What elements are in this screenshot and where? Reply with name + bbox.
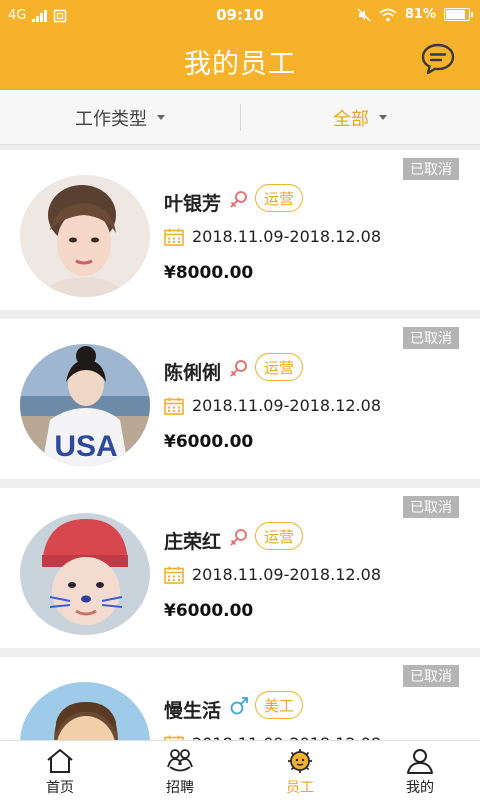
employee-card[interactable]: 已取消 庄荣红 运营 2018.11.09-2018.12.08 ¥6000.0… xyxy=(0,488,480,648)
app-screen: 4G 09:10 81% 我的员工 工作类型 全部 已取消 叶银芳 运营 201… xyxy=(0,0,480,800)
female-icon xyxy=(230,191,247,208)
tab-recruit[interactable]: 招聘 xyxy=(120,741,240,800)
page-title: 我的员工 xyxy=(184,49,296,80)
date-range: 2018.11.09-2018.12.08 xyxy=(192,565,381,584)
employee-card[interactable]: 已取消 USA 陈俐俐 运营 2018.11.09-2018.12.08 ¥60… xyxy=(0,319,480,479)
date-range: 2018.11.09-2018.12.08 xyxy=(192,396,381,415)
salary: ¥6000.00 xyxy=(164,601,254,621)
employee-name: 叶银芳 xyxy=(164,193,222,215)
status-bar: 4G 09:10 81% xyxy=(0,0,480,32)
calendar-icon xyxy=(164,228,184,246)
status-tag: 已取消 xyxy=(403,496,459,518)
employee-name: 庄荣红 xyxy=(164,531,222,553)
female-icon xyxy=(230,529,247,546)
profile-icon xyxy=(407,749,433,774)
tab-label: 首页 xyxy=(46,780,74,796)
tab-home[interactable]: 首页 xyxy=(0,741,120,800)
status-tag: 已取消 xyxy=(403,665,459,687)
role-badge: 运营 xyxy=(255,184,304,212)
role-badge: 运营 xyxy=(255,353,304,381)
battery-icon xyxy=(444,8,473,21)
calendar-icon xyxy=(164,397,184,415)
tab-label: 我的 xyxy=(406,780,434,796)
employee-name: 慢生活 xyxy=(164,700,222,722)
work-type-filter[interactable]: 工作类型 xyxy=(0,90,240,145)
status-tag: 已取消 xyxy=(403,158,459,180)
status-tag: 已取消 xyxy=(403,327,459,349)
tab-label: 员工 xyxy=(286,780,314,796)
role-badge: 美工 xyxy=(255,691,304,719)
employee-icon xyxy=(288,749,312,773)
recruit-icon xyxy=(167,749,193,772)
role-badge: 运营 xyxy=(255,522,304,550)
filter-bar: 工作类型 全部 xyxy=(0,90,480,145)
top-bar: 4G 09:10 81% 我的员工 xyxy=(0,0,480,90)
salary: ¥8000.00 xyxy=(164,263,254,283)
tab-label: 招聘 xyxy=(166,780,194,796)
wifi-icon xyxy=(379,8,397,21)
tab-profile[interactable]: 我的 xyxy=(360,741,480,800)
salary: ¥6000.00 xyxy=(164,432,254,452)
chat-bubble-icon[interactable] xyxy=(420,42,456,76)
svg-text:USA: USA xyxy=(54,430,117,463)
bottom-tab-bar: 首页 招聘 员工 我的 xyxy=(0,740,480,800)
work-type-label: 工作类型 xyxy=(75,108,147,130)
caret-down-icon xyxy=(379,115,387,120)
home-icon xyxy=(47,749,73,773)
avatar xyxy=(20,175,150,297)
mute-icon xyxy=(357,8,371,21)
calendar-icon xyxy=(164,566,184,584)
status-filter-label: 全部 xyxy=(333,108,369,130)
avatar xyxy=(20,513,150,635)
tab-employee[interactable]: 员工 xyxy=(240,741,360,800)
employee-name: 陈俐俐 xyxy=(164,362,222,384)
employee-card[interactable]: 已取消 叶银芳 运营 2018.11.09-2018.12.08 ¥8000.0… xyxy=(0,150,480,310)
male-icon xyxy=(230,697,248,715)
status-filter[interactable]: 全部 xyxy=(240,90,480,145)
battery-percent: 81% xyxy=(404,7,436,22)
female-icon xyxy=(230,360,247,377)
caret-down-icon xyxy=(157,115,165,120)
date-range: 2018.11.09-2018.12.08 xyxy=(192,227,381,246)
avatar: USA xyxy=(20,344,150,466)
